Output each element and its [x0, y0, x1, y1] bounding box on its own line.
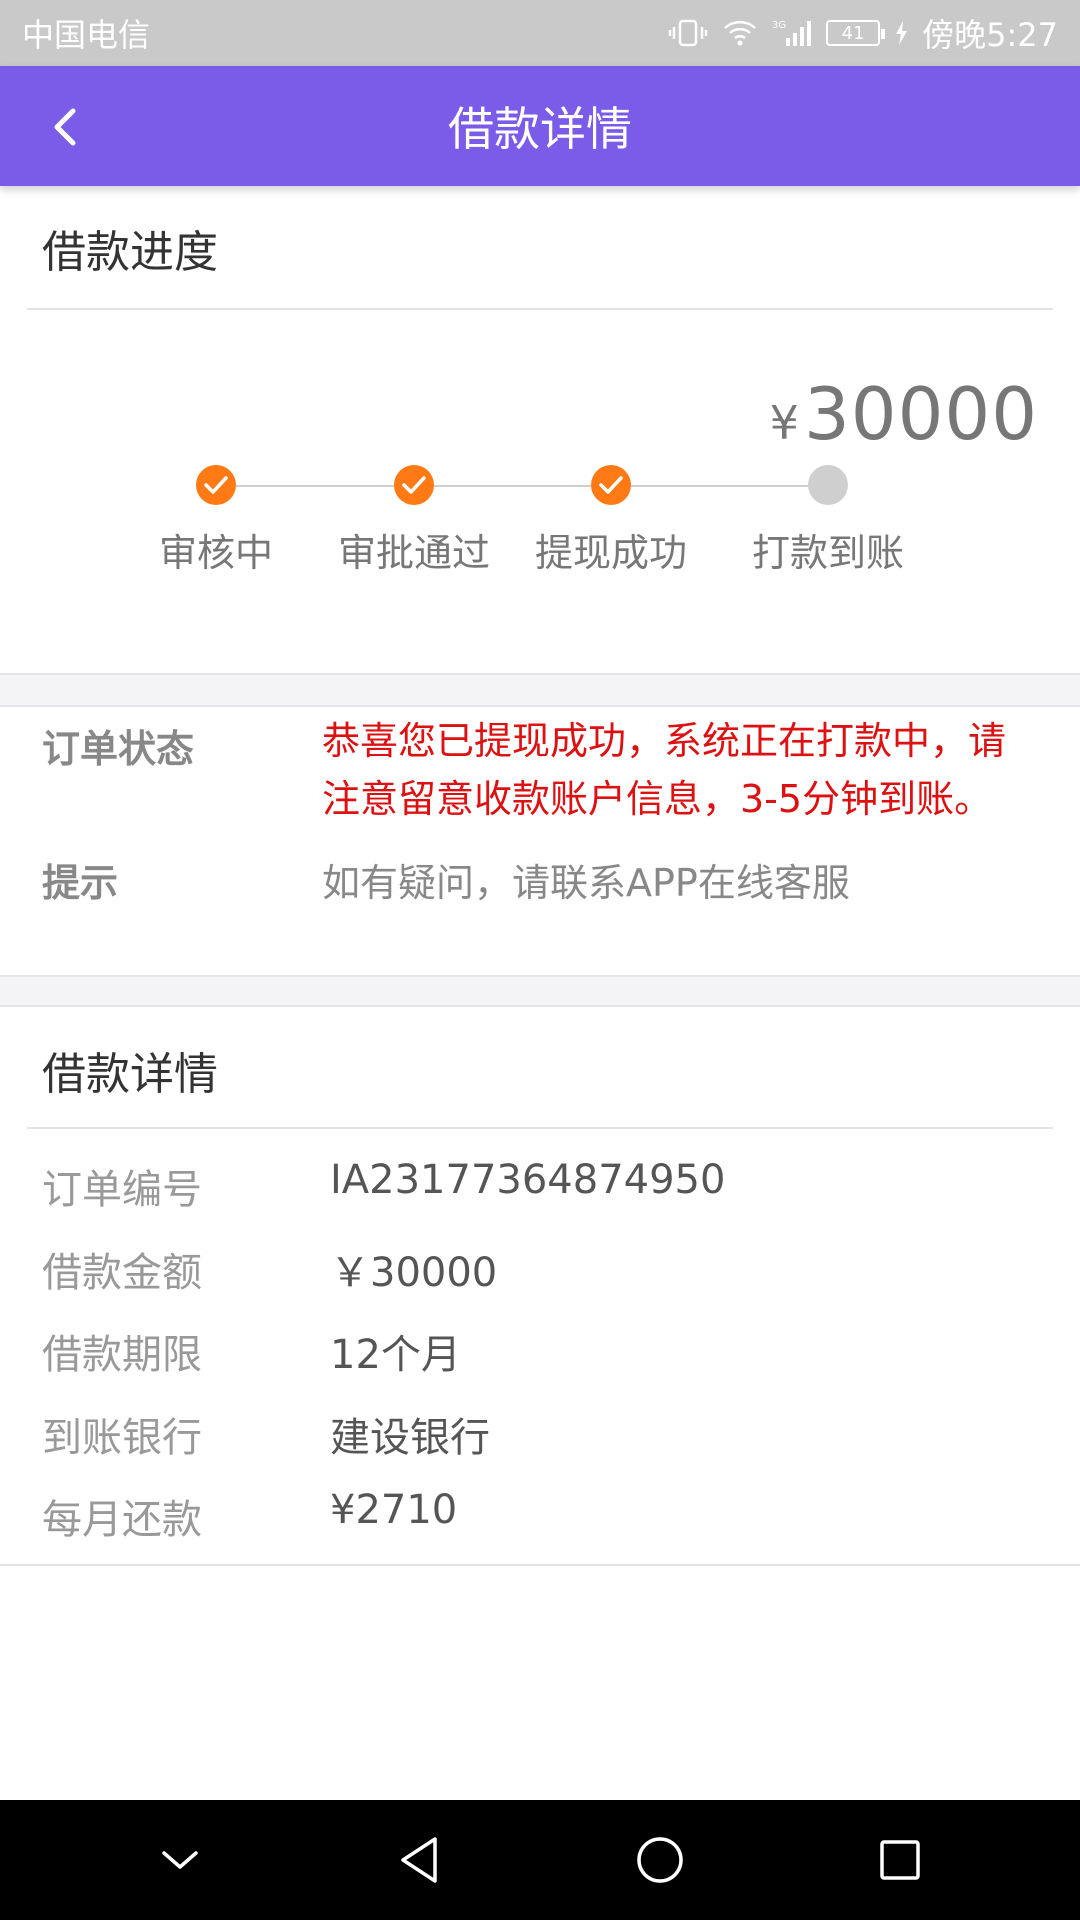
- step-label: 打款到账: [751, 531, 905, 575]
- step-4-pending-dot: [808, 465, 848, 505]
- wifi-icon: [722, 18, 758, 48]
- detail-value-monthly-payment: ¥2710: [330, 1487, 458, 1533]
- detail-label-bank: 到账银行: [42, 1415, 202, 1461]
- step-3-check-icon: [591, 465, 631, 505]
- step-1-check-icon: [196, 465, 236, 505]
- order-status-label: 订单状态: [42, 727, 195, 771]
- section-gap: [0, 673, 1080, 707]
- amount-value: 30000: [803, 372, 1038, 456]
- step-2-check-icon: [394, 465, 434, 505]
- battery-icon: 41: [826, 20, 886, 46]
- divider: [0, 1564, 1080, 1566]
- page-title: 借款详情: [448, 102, 632, 156]
- collapse-button[interactable]: [135, 1815, 225, 1905]
- step-label: 审核中: [158, 531, 274, 575]
- detail-label-loan-term: 借款期限: [42, 1332, 202, 1378]
- detail-label-loan-amount: 借款金额: [42, 1250, 202, 1296]
- divider: [27, 308, 1053, 310]
- carrier-label: 中国电信: [22, 16, 151, 54]
- signal-icon: 3G: [772, 18, 812, 48]
- tip-message: 如有疑问，请联系APP在线客服: [322, 861, 850, 905]
- progress-section-title: 借款进度: [42, 227, 218, 278]
- navigation-bar: [0, 1800, 1080, 1920]
- battery-level: 41: [841, 22, 865, 44]
- loan-amount: ¥ 30000: [770, 372, 1038, 456]
- detail-value-order-number: IA23177364874950: [330, 1157, 726, 1203]
- detail-value-bank: 建设银行: [330, 1415, 490, 1461]
- charging-icon: [894, 20, 908, 46]
- progress-track: [216, 485, 828, 487]
- nav-home-button[interactable]: [615, 1815, 705, 1905]
- detail-label-order-number: 订单编号: [42, 1167, 202, 1213]
- nav-recents-button[interactable]: [855, 1815, 945, 1905]
- detail-value-loan-amount: ￥30000: [330, 1250, 498, 1296]
- status-icons: 3G 41 傍晚5:27: [668, 10, 1058, 56]
- network-type-label: 3G: [772, 20, 786, 31]
- tip-label: 提示: [42, 861, 119, 905]
- detail-value-loan-term: 12个月: [330, 1332, 461, 1378]
- home-circle-icon: [637, 1837, 683, 1883]
- back-button[interactable]: [30, 92, 100, 162]
- clock-label: 傍晚5:27: [922, 16, 1058, 54]
- back-triangle-icon: [401, 1837, 437, 1883]
- app-header: 借款详情: [0, 66, 1080, 186]
- collapse-icon: [162, 1851, 198, 1869]
- details-section-title: 借款详情: [42, 1049, 218, 1100]
- section-gap: [0, 975, 1080, 1007]
- chevron-left-icon: [54, 108, 76, 146]
- step-label: 提现成功: [534, 531, 688, 575]
- step-label: 审批通过: [337, 531, 491, 575]
- nav-back-button[interactable]: [375, 1815, 465, 1905]
- vibrate-icon: [668, 18, 708, 48]
- currency-symbol: ¥: [769, 396, 800, 450]
- recents-square-icon: [880, 1840, 920, 1880]
- detail-label-monthly-payment: 每月还款: [42, 1497, 202, 1543]
- order-status-message: 恭喜您已提现成功，系统正在打款中，请注意留意收款账户信息，3-5分钟到账。: [322, 719, 1007, 821]
- divider: [27, 1127, 1053, 1129]
- status-bar: 中国电信 3G 41 傍晚5:27: [0, 0, 1080, 66]
